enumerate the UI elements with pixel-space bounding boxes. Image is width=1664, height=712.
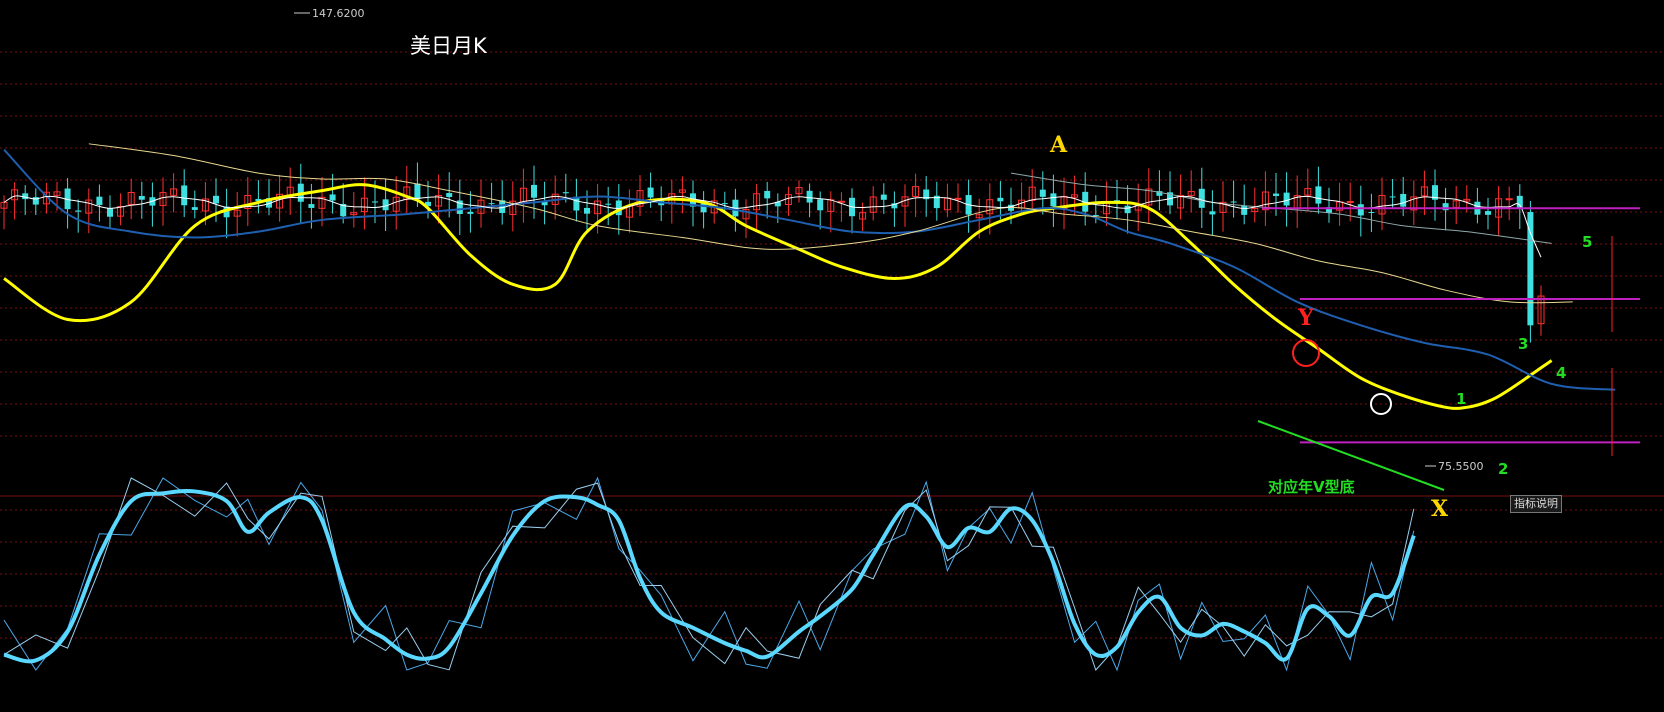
candle-body-down <box>414 183 421 200</box>
min-price-label: 75.5500 <box>1438 460 1484 473</box>
wave-label-2: 2 <box>1498 460 1508 478</box>
y-marker-circle <box>1292 339 1320 367</box>
candle-body-down <box>329 194 336 201</box>
candle-body-down <box>191 207 198 210</box>
candle-body-down <box>1400 193 1407 207</box>
wave-label-4: 4 <box>1556 364 1566 382</box>
point-label-x: X <box>1431 496 1449 522</box>
candle-body-down <box>446 193 453 198</box>
chart-title: 美日月K <box>410 34 487 58</box>
wave-label-1: 1 <box>1456 390 1466 408</box>
wave-label-3: 3 <box>1518 335 1528 353</box>
candle-body-down <box>562 192 569 194</box>
chart-canvas: 147.6200 75.5500 A Y X 对应年V型底 1 2 3 4 5 <box>0 7 1664 672</box>
candle-body-down <box>1315 186 1322 204</box>
candle-body-down <box>1283 192 1290 206</box>
candle-body-down <box>605 203 612 205</box>
point-label-y: Y <box>1297 305 1314 331</box>
wave-label-5: 5 <box>1582 233 1592 251</box>
indicator-help-button[interactable]: 指标说明 <box>1510 495 1562 513</box>
candle-body-down <box>1368 211 1375 213</box>
candle-body-down <box>1050 193 1057 207</box>
candle-body-up <box>1346 200 1354 203</box>
candle-body-down <box>488 203 495 205</box>
candle-body-down <box>1209 211 1216 215</box>
candle-body-down <box>1241 205 1248 215</box>
candle-body-down <box>1092 215 1099 217</box>
candle-body-down <box>1485 211 1491 215</box>
candle-body-down <box>1389 196 1396 198</box>
candle-body-down <box>1527 212 1534 326</box>
candle-body-up <box>837 200 845 203</box>
candle-body-down <box>308 204 315 208</box>
candle-body-down <box>372 201 378 203</box>
oscillator-line-main <box>3 488 1416 664</box>
candle-body-down <box>181 185 188 206</box>
candle-body-down <box>213 195 219 204</box>
grid-lines <box>0 51 1664 639</box>
candle-body-down <box>1273 193 1279 196</box>
candle-body-down <box>1516 195 1523 209</box>
candle-body-down <box>1198 188 1205 208</box>
point-label-a: A <box>1049 132 1068 158</box>
candle-body-down <box>467 211 474 214</box>
candle-body-down <box>1357 204 1364 216</box>
candle-body-down <box>997 197 1004 202</box>
ma-line-short <box>3 195 1542 258</box>
candle-body-down <box>647 187 654 198</box>
candle-body-down <box>721 203 728 205</box>
candle-body-down <box>880 194 887 200</box>
candle-body-down <box>817 199 824 211</box>
candle-body-down <box>531 184 537 198</box>
candle-body-down <box>1039 189 1046 197</box>
v-bottom-label: 对应年V型底 <box>1268 478 1355 496</box>
candle-body-down <box>96 196 103 206</box>
candle-body-down <box>138 196 145 200</box>
candle-body-up <box>1505 198 1513 201</box>
candle-body-down <box>107 208 113 217</box>
candle-body-down <box>764 190 771 199</box>
candle-body-down <box>75 210 82 212</box>
candle-body-down <box>1124 205 1131 214</box>
max-price-label: 147.6200 <box>312 7 365 20</box>
candle-body-down <box>806 190 813 203</box>
candle-body-down <box>1230 201 1237 203</box>
candle-body-down <box>584 207 590 214</box>
